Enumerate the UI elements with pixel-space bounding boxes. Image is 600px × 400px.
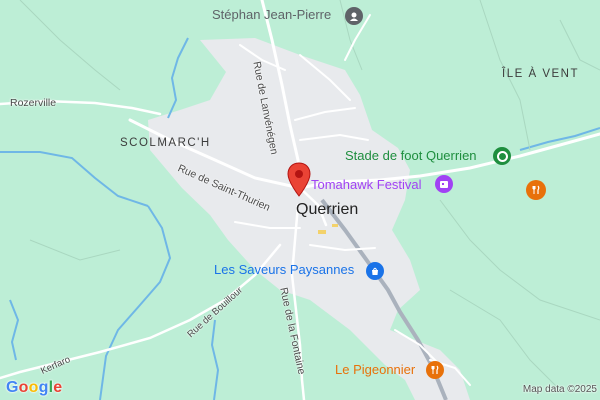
google-logo[interactable]: Google bbox=[6, 379, 62, 397]
poi-stephan-label: Stéphan Jean-Pierre bbox=[212, 7, 332, 22]
park-icon[interactable] bbox=[493, 147, 511, 165]
event-icon[interactable] bbox=[435, 175, 453, 193]
town-label[interactable]: Querrien bbox=[296, 201, 358, 219]
map-canvas[interactable]: Rozerville Rue de Lanvénégen Rue de Sain… bbox=[0, 0, 600, 400]
poi-saveurs[interactable]: Les Saveurs Paysannes bbox=[214, 262, 354, 277]
poi-stade[interactable]: Stade de foot Querrien bbox=[345, 148, 477, 163]
poi-pigeonnier[interactable]: Le Pigeonnier bbox=[335, 362, 415, 377]
stream bbox=[210, 319, 220, 400]
stream bbox=[9, 299, 20, 361]
restaurant-icon[interactable] bbox=[426, 361, 444, 379]
place-label-scolmarch: SCOLMARC'H bbox=[120, 137, 211, 149]
road-label-rozerville: Rozerville bbox=[10, 97, 57, 109]
poi-tomahawk[interactable]: Tomahawk Festival bbox=[311, 177, 422, 192]
poi-saveurs-label: Les Saveurs Paysannes bbox=[214, 262, 355, 277]
stream bbox=[519, 127, 600, 151]
stream bbox=[0, 151, 149, 207]
location-marker-icon[interactable] bbox=[286, 162, 312, 198]
road-highlight bbox=[318, 230, 326, 234]
poi-stephan[interactable]: Stéphan Jean-Pierre bbox=[212, 7, 331, 22]
google-logo-text: Google bbox=[6, 379, 63, 396]
poi-pigeonnier-label: Le Pigeonnier bbox=[335, 362, 416, 377]
stream bbox=[99, 205, 172, 400]
poi-stade-label: Stade de foot Querrien bbox=[345, 148, 477, 163]
place-label-ile-a-vent: ÎLE À VENT bbox=[502, 68, 579, 80]
shop-icon[interactable] bbox=[366, 262, 384, 280]
stream bbox=[167, 37, 189, 119]
road-highlight bbox=[332, 224, 338, 227]
pin-icon[interactable] bbox=[345, 7, 363, 25]
map-attribution[interactable]: Map data ©2025 bbox=[523, 384, 597, 395]
restaurant-icon[interactable] bbox=[526, 180, 546, 200]
poi-tomahawk-label: Tomahawk Festival bbox=[311, 177, 422, 192]
